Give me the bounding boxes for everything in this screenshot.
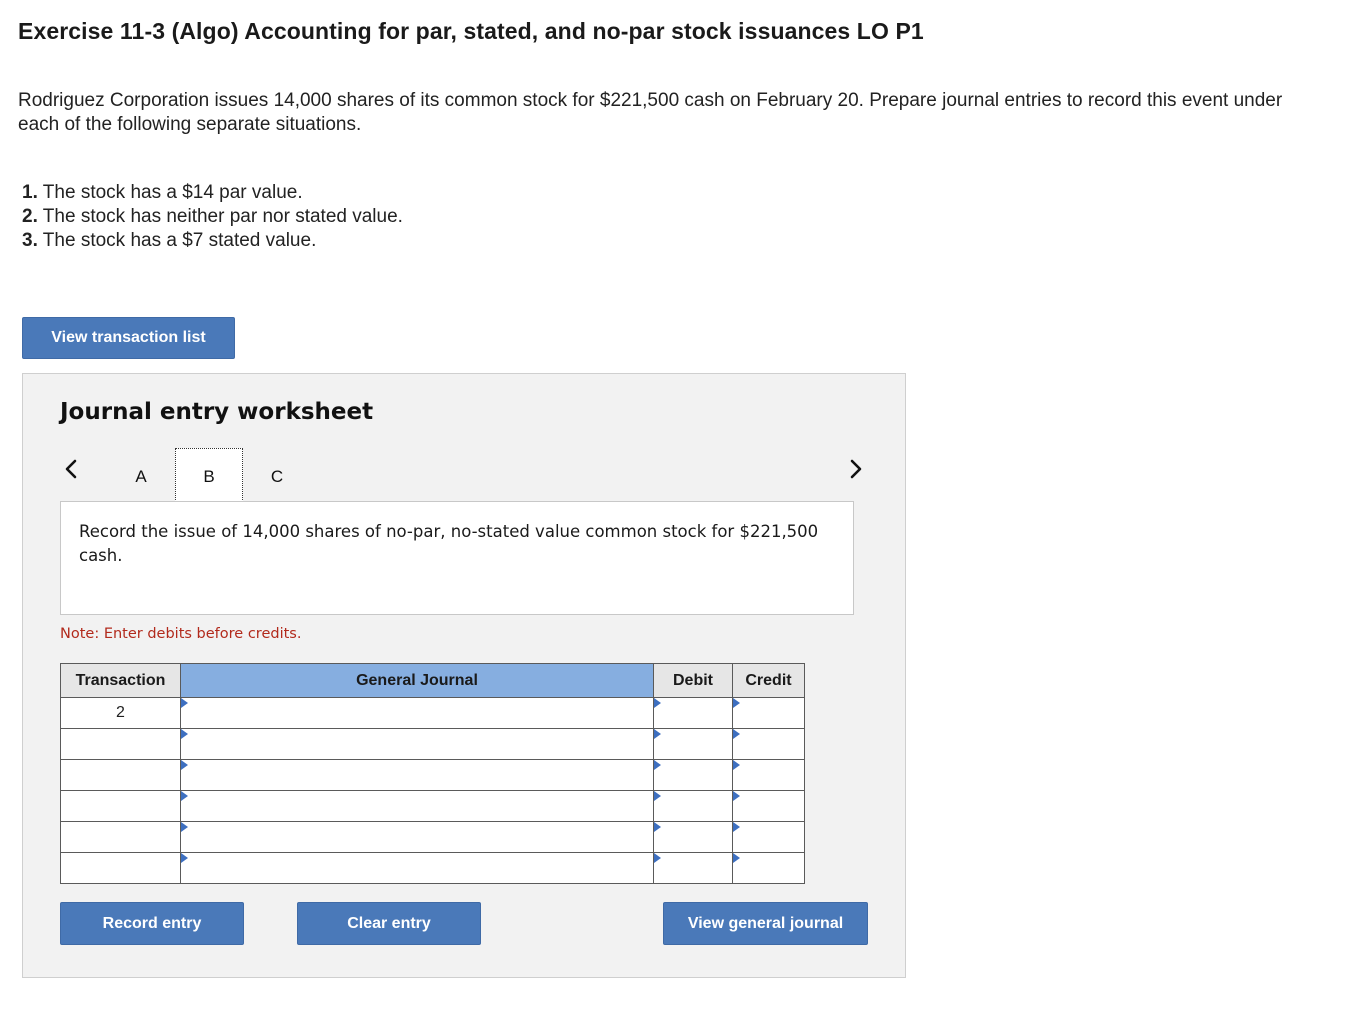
tab-a[interactable]: A [107, 448, 175, 506]
credit-cell[interactable] [732, 821, 805, 853]
dropdown-marker-icon [181, 729, 188, 739]
account-select[interactable] [180, 728, 654, 760]
account-select[interactable] [180, 821, 654, 853]
credit-input[interactable] [733, 822, 804, 852]
worksheet-title: Journal entry worksheet [60, 399, 374, 425]
credit-input[interactable] [733, 698, 804, 728]
requirement-3: 3. The stock has a $7 stated value. [22, 229, 403, 253]
tab-c[interactable]: C [243, 448, 311, 506]
transaction-number [60, 759, 181, 791]
transaction-number [60, 790, 181, 822]
journal-entry-worksheet: Journal entry worksheet A B C Record the… [22, 373, 906, 978]
credit-input[interactable] [733, 729, 804, 759]
credit-input[interactable] [733, 760, 804, 790]
table-row [60, 852, 805, 884]
table-row [60, 728, 805, 760]
requirements-list: 1. The stock has a $14 par value. 2. The… [22, 181, 403, 253]
account-input[interactable] [181, 729, 653, 759]
requirement-2: 2. The stock has neither par nor stated … [22, 205, 403, 229]
transaction-number: 2 [60, 697, 181, 729]
dropdown-marker-icon [733, 698, 740, 708]
requirement-number: 3. [22, 230, 38, 251]
dropdown-marker-icon [733, 791, 740, 801]
table-row [60, 759, 805, 791]
requirement-1: 1. The stock has a $14 par value. [22, 181, 403, 205]
credit-cell[interactable] [732, 852, 805, 884]
account-select[interactable] [180, 790, 654, 822]
requirement-text: The stock has a $14 par value. [37, 182, 303, 203]
dropdown-marker-icon [181, 760, 188, 770]
dropdown-marker-icon [181, 791, 188, 801]
page-title: Exercise 11-3 (Algo) Accounting for par,… [18, 18, 924, 44]
view-transaction-list-button[interactable]: View transaction list [22, 317, 235, 359]
tab-b[interactable]: B [175, 448, 243, 506]
account-select[interactable] [180, 697, 654, 729]
account-input[interactable] [181, 698, 653, 728]
dropdown-marker-icon [654, 729, 661, 739]
dropdown-marker-icon [654, 853, 661, 863]
debit-cell[interactable] [653, 759, 733, 791]
account-select[interactable] [180, 852, 654, 884]
debit-cell[interactable] [653, 821, 733, 853]
debit-cell[interactable] [653, 728, 733, 760]
requirement-text: The stock has neither par nor stated val… [37, 206, 403, 227]
account-input[interactable] [181, 853, 653, 883]
transaction-number [60, 852, 181, 884]
table-row [60, 790, 805, 822]
dropdown-marker-icon [654, 822, 661, 832]
table-row [60, 821, 805, 853]
requirement-text: The stock has a $7 stated value. [37, 230, 317, 251]
debits-before-credits-note: Note: Enter debits before credits. [60, 626, 302, 642]
dropdown-marker-icon [733, 760, 740, 770]
column-header-transaction: Transaction [60, 663, 181, 698]
debit-input[interactable] [654, 791, 732, 821]
account-input[interactable] [181, 760, 653, 790]
debit-input[interactable] [654, 822, 732, 852]
dropdown-marker-icon [654, 791, 661, 801]
column-header-credit: Credit [732, 663, 805, 698]
dropdown-marker-icon [733, 729, 740, 739]
journal-entry-table: Transaction General Journal Debit Credit… [60, 663, 805, 884]
credit-input[interactable] [733, 853, 804, 883]
dropdown-marker-icon [654, 760, 661, 770]
view-general-journal-button[interactable]: View general journal [663, 902, 868, 945]
dropdown-marker-icon [181, 698, 188, 708]
table-row: 2 [60, 697, 805, 729]
debit-input[interactable] [654, 698, 732, 728]
account-input[interactable] [181, 791, 653, 821]
requirement-number: 2. [22, 206, 38, 227]
credit-input[interactable] [733, 791, 804, 821]
debit-input[interactable] [654, 729, 732, 759]
account-input[interactable] [181, 822, 653, 852]
credit-cell[interactable] [732, 790, 805, 822]
dropdown-marker-icon [733, 853, 740, 863]
dropdown-marker-icon [733, 822, 740, 832]
dropdown-marker-icon [181, 853, 188, 863]
debit-cell[interactable] [653, 790, 733, 822]
debit-input[interactable] [654, 760, 732, 790]
transaction-number [60, 728, 181, 760]
credit-cell[interactable] [732, 697, 805, 729]
requirement-number: 1. [22, 182, 38, 203]
chevron-left-icon[interactable] [60, 454, 82, 484]
clear-entry-button[interactable]: Clear entry [297, 902, 481, 945]
chevron-right-icon[interactable] [845, 454, 867, 484]
credit-cell[interactable] [732, 728, 805, 760]
debit-input[interactable] [654, 853, 732, 883]
transaction-number [60, 821, 181, 853]
dropdown-marker-icon [654, 698, 661, 708]
problem-intro: Rodriguez Corporation issues 14,000 shar… [18, 90, 1283, 135]
credit-cell[interactable] [732, 759, 805, 791]
record-entry-button[interactable]: Record entry [60, 902, 244, 945]
column-header-general-journal: General Journal [180, 663, 654, 698]
debit-cell[interactable] [653, 852, 733, 884]
dropdown-marker-icon [181, 822, 188, 832]
account-select[interactable] [180, 759, 654, 791]
column-header-debit: Debit [653, 663, 733, 698]
debit-cell[interactable] [653, 697, 733, 729]
transaction-description: Record the issue of 14,000 shares of no-… [60, 501, 854, 615]
